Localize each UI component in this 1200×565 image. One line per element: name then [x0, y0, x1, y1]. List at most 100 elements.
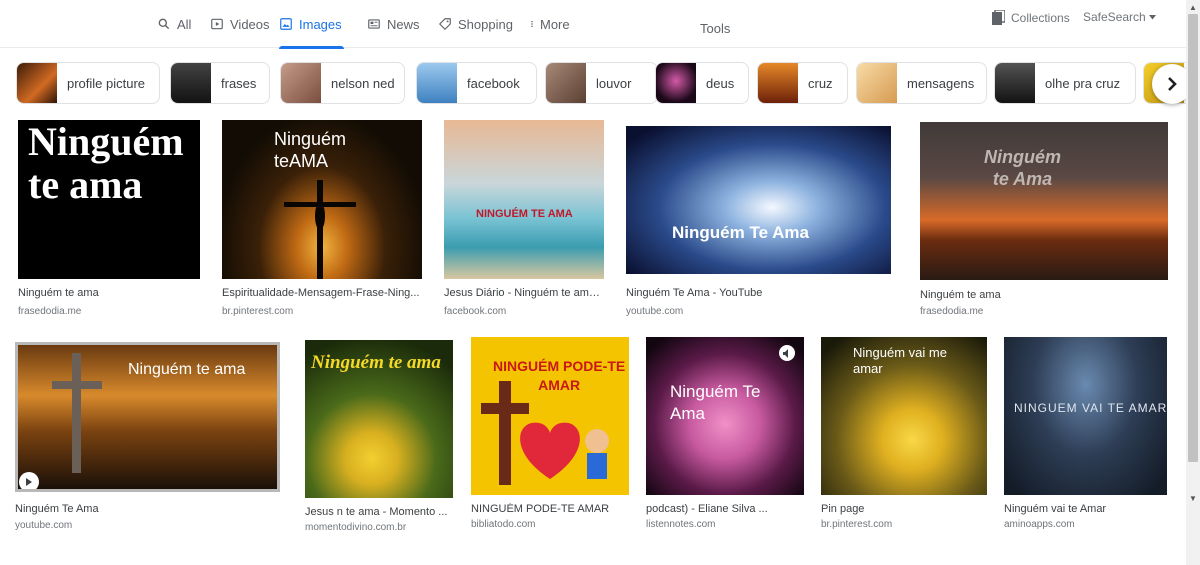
image-caption: Ninguém te ama [128, 361, 246, 378]
result-image[interactable]: NINGUÉM PODE-TE AMAR [471, 337, 629, 495]
result-image[interactable]: Ninguém Te Ama [626, 126, 891, 274]
result-card[interactable]: Ninguém te ama Ninguém Te Ama youtube.co… [15, 342, 280, 537]
tab-images[interactable]: Images [279, 0, 344, 49]
scrollbar[interactable]: ▲ ▼ [1186, 0, 1200, 565]
tab-videos-label: Videos [230, 16, 270, 32]
chip-mensagens[interactable]: mensagens [856, 62, 987, 104]
result-source: frasedodia.me [18, 306, 82, 317]
chip-thumbnail [171, 63, 211, 103]
result-title[interactable]: Pin page [821, 503, 987, 515]
result-image[interactable]: Ninguém te ama [15, 342, 280, 492]
image-caption: Ninguém Te Ama [672, 223, 809, 242]
tab-images-label: Images [299, 16, 342, 32]
result-image[interactable]: NINGUEM VAI TE AMAR [1004, 337, 1167, 495]
result-title[interactable]: Ninguém Te Ama - YouTube [626, 287, 891, 299]
result-source: bibliatodo.com [471, 519, 536, 530]
result-source: momentodivino.com.br [305, 522, 407, 533]
tab-more-label: More [540, 16, 570, 32]
result-card[interactable]: Ninguém teAMA Espiritualidade-Mensagem-F… [222, 120, 422, 325]
safesearch-button[interactable]: SafeSearch [1083, 10, 1156, 24]
bookmark-icon [992, 10, 1005, 25]
chip-thumbnail [281, 63, 321, 103]
chip-thumbnail [546, 63, 586, 103]
search-icon [158, 18, 170, 30]
cross-and-heart-illustration [481, 381, 609, 485]
result-card[interactable]: Ninguém vai me amar Pin page br.pinteres… [821, 337, 987, 532]
result-title[interactable]: Ninguém Te Ama [15, 503, 280, 515]
image-icon [280, 18, 292, 30]
chip-label: frases [221, 75, 257, 91]
result-image[interactable]: Ninguém te ama [305, 340, 453, 498]
tools-button[interactable]: Tools [700, 0, 730, 56]
chip-label: mensagens [907, 75, 975, 91]
tab-videos[interactable]: Videos [210, 0, 270, 48]
tab-all-label: All [177, 16, 192, 32]
chip-label: nelson ned [331, 75, 395, 91]
caret-down-icon [1148, 14, 1156, 19]
result-card[interactable]: Ninguém Te Ama Ninguém Te Ama - YouTube … [626, 120, 891, 325]
result-title[interactable]: Ninguém te ama [920, 289, 1168, 301]
result-image[interactable]: NINGUÉM TE AMA [444, 120, 604, 279]
result-source: frasedodia.me [920, 306, 984, 317]
scroll-down-arrow-icon[interactable]: ▼ [1186, 491, 1200, 505]
result-source: listennotes.com [646, 519, 716, 530]
result-title[interactable]: Espiritualidade-Mensagem-Frase-Ning... [222, 287, 422, 299]
chip-thumbnail [17, 63, 57, 103]
news-icon [368, 19, 380, 29]
image-caption: Ninguém Te Ama [670, 382, 761, 423]
tab-news[interactable]: News [367, 0, 420, 48]
result-card[interactable]: Ninguém te ama Ninguém te ama frasedodia… [18, 120, 201, 325]
image-caption: NINGUÉM TE AMA [476, 208, 573, 220]
result-source: br.pinterest.com [222, 306, 294, 317]
chip-thumbnail [995, 63, 1035, 103]
result-card[interactable]: Ninguém te ama Jesus n te ama - Momento … [305, 340, 453, 535]
result-title[interactable]: Ninguém te ama [18, 287, 201, 299]
tab-shopping-label: Shopping [458, 16, 513, 32]
play-icon[interactable] [19, 472, 39, 489]
audio-icon [779, 345, 795, 361]
result-card[interactable]: Ninguém Te Ama podcast) - Eliane Silva .… [646, 337, 804, 532]
tab-shopping[interactable]: Shopping [438, 0, 513, 48]
scrollbar-thumb[interactable] [1188, 14, 1198, 462]
tab-all[interactable]: All [157, 0, 191, 48]
result-card[interactable]: NINGUÉM TE AMA Jesus Diário - Ninguém te… [444, 120, 604, 325]
chip-profile-picture[interactable]: profile picture [16, 62, 160, 104]
chip-facebook[interactable]: facebook [416, 62, 537, 104]
result-image[interactable]: Ninguém te Ama [920, 122, 1168, 280]
image-caption: NINGUEM VAI TE AMAR [1014, 401, 1167, 415]
result-title[interactable]: Jesus n te ama - Momento ... [305, 506, 453, 518]
related-searches-chips: profile picture frases nelson ned facebo… [16, 62, 1186, 106]
result-card[interactable]: Ninguém te Ama Ninguém te ama frasedodia… [920, 120, 1168, 325]
chip-thumbnail [857, 63, 897, 103]
chip-label: facebook [467, 75, 520, 91]
result-image[interactable]: Ninguém vai me amar [821, 337, 987, 495]
result-title[interactable]: NINGUÉM PODE-TE AMAR [471, 503, 629, 515]
result-card[interactable]: NINGUEM VAI TE AMAR Ninguém vai te Amar … [1004, 337, 1167, 532]
chip-label: deus [706, 75, 735, 91]
chip-frases[interactable]: frases [170, 62, 270, 104]
chip-cruz[interactable]: cruz [757, 62, 848, 104]
chip-louvor[interactable]: louvor [545, 62, 658, 104]
result-title[interactable]: podcast) - Eliane Silva ... [646, 503, 804, 515]
result-title[interactable]: Ninguém vai te Amar [1004, 503, 1167, 515]
collections-button[interactable]: Collections [992, 10, 1070, 25]
image-caption: Ninguém te Ama [984, 147, 1062, 189]
chip-deus[interactable]: deus [655, 62, 749, 104]
chip-thumbnail [758, 63, 798, 103]
result-source: facebook.com [444, 306, 507, 317]
result-title[interactable]: Jesus Diário - Ninguém te ama... [444, 287, 604, 299]
chip-nelson-ned[interactable]: nelson ned [280, 62, 405, 104]
chip-label: profile picture [67, 75, 146, 91]
chevron-right-icon [1168, 77, 1177, 91]
image-caption: Ninguém teAMA [274, 129, 347, 171]
scroll-up-arrow-icon[interactable]: ▲ [1186, 0, 1200, 14]
tab-more[interactable]: More [528, 0, 570, 48]
result-card[interactable]: NINGUÉM PODE-TE AMAR NINGUÉM PODE-TE AMA… [471, 337, 629, 532]
result-image[interactable]: Ninguém Te Ama [646, 337, 804, 495]
chip-label: olhe pra cruz [1045, 75, 1121, 91]
safesearch-label: SafeSearch [1083, 10, 1146, 24]
tab-news-label: News [387, 16, 420, 32]
chip-olhe-pra-cruz[interactable]: olhe pra cruz [994, 62, 1136, 104]
result-image[interactable]: Ninguém teAMA [222, 120, 422, 279]
result-image[interactable]: Ninguém te ama [18, 120, 200, 279]
